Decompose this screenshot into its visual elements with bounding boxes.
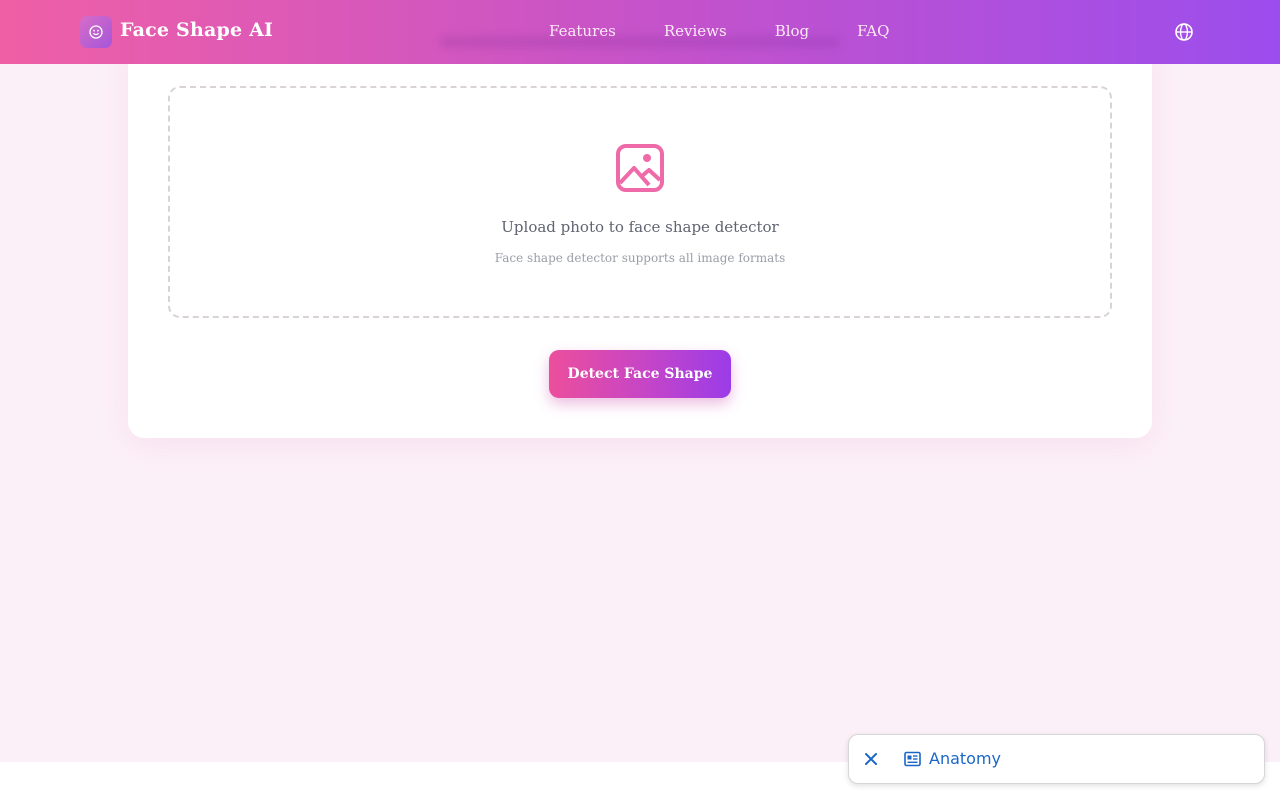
smiley-face-icon [89, 25, 103, 39]
brand-name[interactable]: Face Shape AI [120, 19, 273, 41]
page-heading-behind-navbar [350, 0, 930, 8]
logo[interactable] [80, 16, 112, 48]
nav-link-faq[interactable]: FAQ [857, 22, 889, 40]
nav-link-features[interactable]: Features [549, 22, 616, 40]
top-navbar: Face Shape AI Features Reviews Blog FAQ [0, 0, 1280, 64]
upload-dropzone[interactable] [168, 86, 1112, 318]
related-topic-popup: Anatomy [848, 734, 1265, 784]
popup-topic-link[interactable]: Anatomy [929, 749, 1001, 768]
main-nav: Features Reviews Blog FAQ [549, 22, 889, 40]
globe-icon[interactable] [1174, 22, 1194, 42]
nav-link-reviews[interactable]: Reviews [664, 22, 727, 40]
nav-link-blog[interactable]: Blog [775, 22, 809, 40]
article-icon [904, 751, 921, 767]
upload-title: Upload photo to face shape detector [501, 218, 779, 236]
close-icon[interactable] [863, 751, 879, 767]
image-icon [616, 144, 664, 192]
detect-face-shape-button[interactable]: Detect Face Shape [549, 350, 731, 398]
upload-subtitle: Face shape detector supports all image f… [494, 251, 786, 265]
